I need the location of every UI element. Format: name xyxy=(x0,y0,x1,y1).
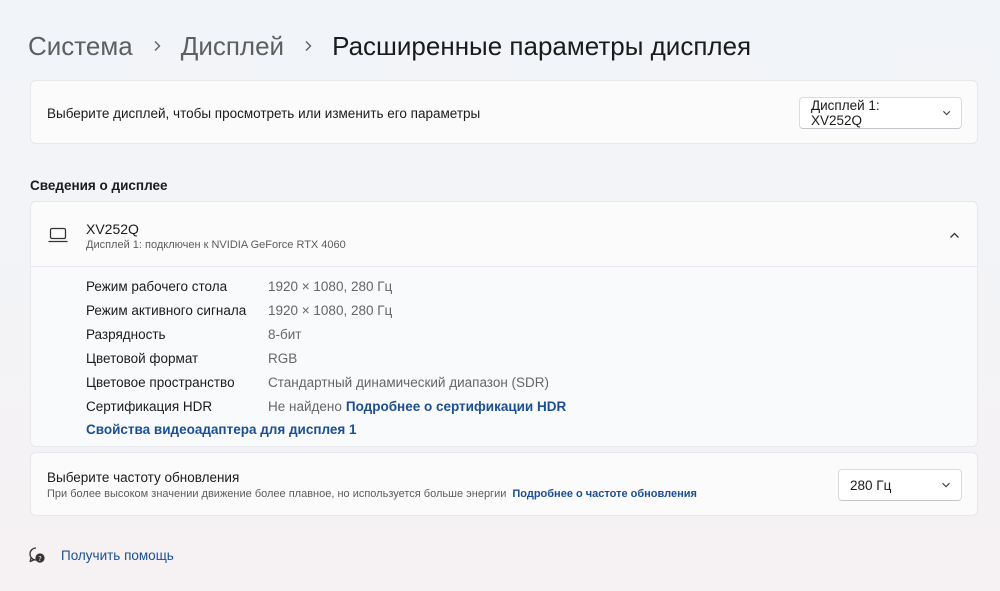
chevron-right-icon xyxy=(302,40,314,52)
monitor-name: XV252Q xyxy=(86,221,139,237)
display-select-label: Выберите дисплей, чтобы просмотреть или … xyxy=(47,106,481,121)
chevron-right-icon xyxy=(151,40,163,52)
info-value: 1920 × 1080, 280 Гц xyxy=(268,279,393,294)
breadcrumb: Система Дисплей Расширенные параметры ди… xyxy=(28,28,751,64)
get-help-label: Получить помощь xyxy=(61,547,174,563)
refresh-rate-description-text: При более высоком значении движение боле… xyxy=(47,488,507,500)
help-icon: ? xyxy=(29,547,45,563)
display-dropdown-value: Дисплей 1: XV252Q xyxy=(811,98,880,128)
hdr-status: Не найдено xyxy=(268,399,342,414)
info-key: Режим активного сигнала xyxy=(86,303,247,318)
refresh-rate-value: 280 Гц xyxy=(850,477,892,493)
section-title-display-info: Сведения о дисплее xyxy=(30,178,168,193)
info-value: Стандартный динамический диапазон (SDR) xyxy=(268,375,550,390)
chevron-down-icon xyxy=(942,482,950,488)
display-info-header[interactable]: XV252Q Дисплей 1: подключен к NVIDIA GeF… xyxy=(31,202,977,267)
chevron-up-icon xyxy=(949,232,959,238)
monitor-icon xyxy=(48,227,68,243)
refresh-rate-title: Выберите частоту обновления xyxy=(47,470,240,485)
info-value: 1920 × 1080, 280 Гц xyxy=(268,303,393,318)
collapse-button[interactable] xyxy=(943,224,965,246)
display-info-body: Режим рабочего стола 1920 × 1080, 280 Гц… xyxy=(31,267,977,446)
monitor-connection: Дисплей 1: подключен к NVIDIA GeForce RT… xyxy=(86,239,346,251)
info-key: Режим рабочего стола xyxy=(86,279,228,294)
chevron-down-icon xyxy=(942,110,950,116)
info-value: Не найдено Подробнее о сертификации HDR xyxy=(268,399,566,414)
breadcrumb-system[interactable]: Система xyxy=(28,31,133,62)
info-key: Разрядность xyxy=(86,327,166,342)
display-dropdown[interactable]: Дисплей 1: XV252Q xyxy=(799,97,962,129)
display-info-card: XV252Q Дисплей 1: подключен к NVIDIA GeF… xyxy=(30,201,978,447)
hdr-certification-link[interactable]: Подробнее о сертификации HDR xyxy=(346,399,566,414)
refresh-rate-link[interactable]: Подробнее о частоте обновления xyxy=(512,488,697,500)
page-title: Расширенные параметры дисплея xyxy=(332,30,752,61)
refresh-rate-description: При более высоком значении движение боле… xyxy=(47,488,697,500)
info-key: Сертификация HDR xyxy=(86,399,213,414)
info-key: Цветовой формат xyxy=(86,351,199,366)
svg-text:?: ? xyxy=(38,555,42,563)
get-help-link[interactable]: ? Получить помощь xyxy=(28,546,174,564)
info-value: 8-бит xyxy=(268,327,302,342)
refresh-rate-card: Выберите частоту обновления При более вы… xyxy=(30,452,978,516)
display-select-card: Выберите дисплей, чтобы просмотреть или … xyxy=(30,80,978,144)
breadcrumb-display[interactable]: Дисплей xyxy=(181,31,284,62)
info-key: Цветовое пространство xyxy=(86,375,235,390)
info-value: RGB xyxy=(268,351,298,366)
refresh-rate-dropdown[interactable]: 280 Гц xyxy=(838,469,962,501)
adapter-properties-link[interactable]: Свойства видеоадаптера для дисплея 1 xyxy=(86,422,357,437)
